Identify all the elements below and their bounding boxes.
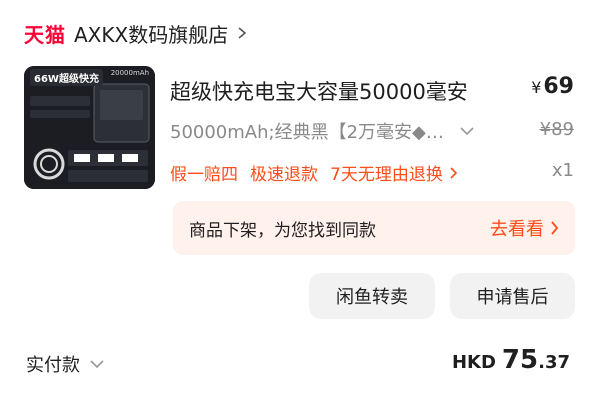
view-similar-link[interactable]: 去看看 xyxy=(490,215,559,241)
tmall-logo: 天猫 xyxy=(24,22,66,47)
delisted-notice[interactable]: 商品下架，为您找到同款 去看看 xyxy=(173,201,575,255)
image-badge: 66W超级快充 xyxy=(30,69,103,86)
chevron-right-icon xyxy=(238,27,247,39)
view-similar-label: 去看看 xyxy=(490,219,544,240)
product-title[interactable]: 超级快充电宝大容量50000毫安 xyxy=(170,76,468,106)
product-image[interactable]: 66W超级快充 20000mAh xyxy=(24,66,155,189)
product-price: ¥69 xyxy=(531,74,574,99)
service-tag: 极速退款 xyxy=(250,165,318,185)
notice-text: 商品下架，为您找到同款 xyxy=(189,220,376,241)
quantity: x1 xyxy=(551,160,574,181)
chevron-down-icon xyxy=(90,360,104,369)
chevron-down-icon xyxy=(460,127,474,136)
paid-label: 实付款 xyxy=(26,355,80,376)
price-symbol: ¥ xyxy=(531,78,542,97)
service-tag: 7天无理由退换 xyxy=(330,165,443,185)
amount-decimal: .37 xyxy=(538,352,570,373)
price-value: 69 xyxy=(543,74,574,99)
chevron-right-icon xyxy=(551,221,559,235)
original-price: ¥89 xyxy=(539,119,574,140)
sku-text: 50000mAh;经典黑【2万毫安◆… xyxy=(170,122,444,143)
amount-integer: 75 xyxy=(501,345,539,375)
service-tags[interactable]: 假一赔四 极速退款 7天无理由退换 xyxy=(170,160,458,185)
sku-selector[interactable]: 50000mAh;经典黑【2万毫安◆… xyxy=(170,119,474,143)
xianyu-resell-button[interactable]: 闲鱼转卖 xyxy=(309,273,435,319)
paid-amount-toggle[interactable]: 实付款 xyxy=(26,351,104,377)
store-name[interactable]: AXKX数码旗舰店 xyxy=(74,19,228,48)
service-tag: 假一赔四 xyxy=(170,165,238,185)
store-header[interactable]: 天猫 AXKX数码旗舰店 xyxy=(24,18,248,48)
after-sale-button[interactable]: 申请售后 xyxy=(450,273,575,319)
total-amount: HKD 75 .37 xyxy=(452,345,570,375)
image-capacity: 20000mAh xyxy=(110,69,149,77)
chevron-right-icon xyxy=(450,166,457,179)
currency: HKD xyxy=(451,352,496,373)
